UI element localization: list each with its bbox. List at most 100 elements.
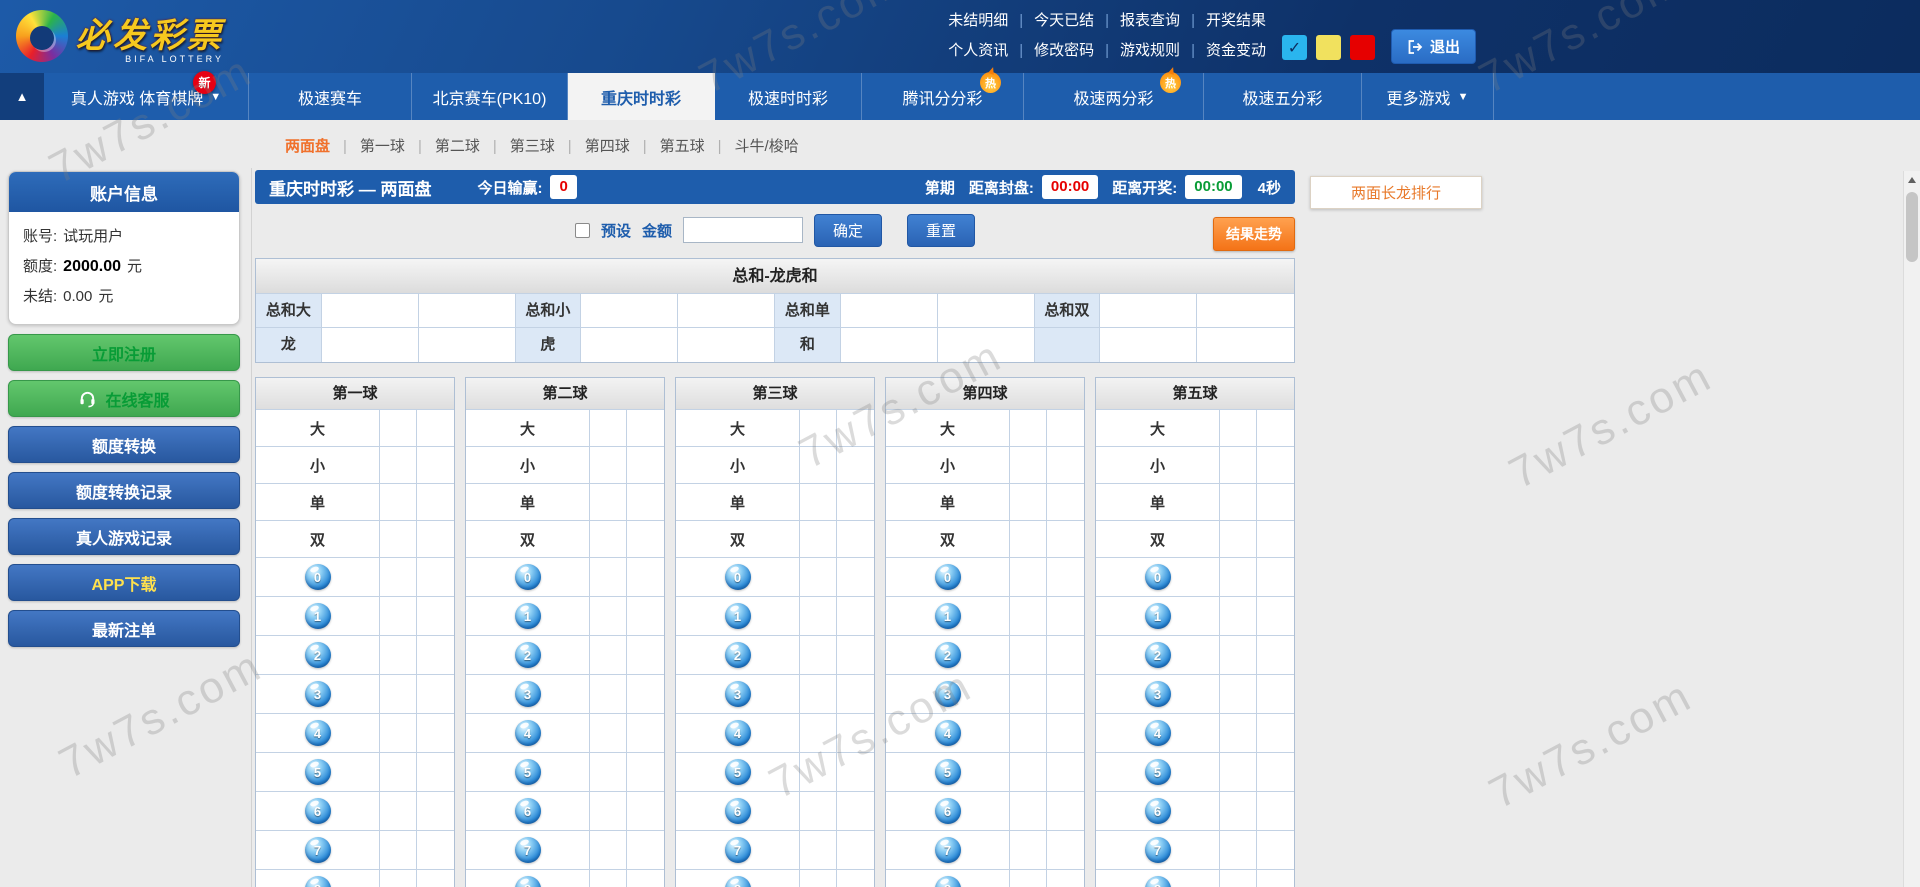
bet-cell[interactable] [837, 714, 874, 753]
bet-cell[interactable] [837, 753, 874, 792]
sidebar-button-5[interactable]: 真人游戏记录 [8, 518, 240, 555]
sum-bet-cell[interactable] [419, 328, 516, 362]
odds-cell[interactable] [380, 870, 417, 887]
odds-cell[interactable] [800, 675, 837, 714]
bet-cell[interactable] [417, 870, 454, 887]
odds-cell[interactable] [380, 714, 417, 753]
bet-cell[interactable] [417, 753, 454, 792]
sum-bet-cell[interactable] [678, 294, 775, 328]
odds-cell[interactable] [590, 521, 627, 558]
odds-cell[interactable] [590, 870, 627, 887]
odds-cell[interactable] [1010, 831, 1047, 870]
sum-bet-cell[interactable] [678, 328, 775, 362]
sum-bet-cell[interactable] [938, 328, 1035, 362]
reset-button[interactable]: 重置 [907, 214, 975, 247]
odds-cell[interactable] [1220, 521, 1257, 558]
bet-cell[interactable] [627, 484, 664, 521]
bet-cell[interactable] [1257, 484, 1294, 521]
odds-cell[interactable] [1220, 484, 1257, 521]
odds-cell[interactable] [1220, 558, 1257, 597]
bet-cell[interactable] [1257, 521, 1294, 558]
bet-cell[interactable] [1257, 410, 1294, 447]
bet-cell[interactable] [1257, 753, 1294, 792]
subnav-item-5[interactable]: 第四球 [585, 138, 630, 155]
nav-item-8[interactable]: 极速五分彩 [1204, 73, 1362, 120]
bet-cell[interactable] [417, 597, 454, 636]
bet-cell[interactable] [837, 636, 874, 675]
bet-cell[interactable] [417, 521, 454, 558]
sidebar-button-1[interactable]: 立即注册 [8, 334, 240, 371]
bet-cell[interactable] [417, 792, 454, 831]
nav-item-7[interactable]: 极速两分彩热 [1024, 73, 1204, 120]
odds-cell[interactable] [1010, 636, 1047, 675]
bet-cell[interactable] [1047, 870, 1084, 887]
odds-cell[interactable] [1010, 870, 1047, 887]
odds-cell[interactable] [1220, 410, 1257, 447]
amount-input[interactable] [683, 217, 803, 243]
bet-cell[interactable] [1047, 831, 1084, 870]
bet-cell[interactable] [627, 675, 664, 714]
subnav-item-7[interactable]: 斗牛/梭哈 [735, 138, 799, 155]
two-side-ranking-button[interactable]: 两面长龙排行 [1310, 176, 1482, 209]
odds-cell[interactable] [1010, 484, 1047, 521]
bet-cell[interactable] [1047, 675, 1084, 714]
odds-cell[interactable] [800, 447, 837, 484]
sum-odds-cell[interactable] [1100, 294, 1197, 328]
odds-cell[interactable] [800, 753, 837, 792]
bet-cell[interactable] [837, 484, 874, 521]
odds-cell[interactable] [380, 484, 417, 521]
confirm-button[interactable]: 确定 [814, 214, 882, 247]
logout-button[interactable]: 退出 [1391, 29, 1476, 64]
odds-cell[interactable] [1010, 792, 1047, 831]
odds-cell[interactable] [800, 410, 837, 447]
nav-item-6[interactable]: 腾讯分分彩热 [862, 73, 1024, 120]
odds-cell[interactable] [590, 792, 627, 831]
odds-cell[interactable] [1220, 675, 1257, 714]
odds-cell[interactable] [380, 521, 417, 558]
bet-cell[interactable] [1047, 714, 1084, 753]
bet-cell[interactable] [1257, 792, 1294, 831]
odds-cell[interactable] [800, 831, 837, 870]
odds-cell[interactable] [1010, 410, 1047, 447]
odds-cell[interactable] [1220, 792, 1257, 831]
bet-cell[interactable] [837, 597, 874, 636]
odds-cell[interactable] [590, 675, 627, 714]
bet-cell[interactable] [837, 521, 874, 558]
bet-cell[interactable] [837, 447, 874, 484]
bet-cell[interactable] [1047, 521, 1084, 558]
bet-cell[interactable] [1047, 410, 1084, 447]
bet-cell[interactable] [1047, 636, 1084, 675]
sidebar-button-6[interactable]: APP下载 [8, 564, 240, 601]
bet-cell[interactable] [1257, 597, 1294, 636]
top-link-4[interactable]: 开奖结果 [1206, 12, 1266, 29]
top-link-2[interactable]: 今天已结 [1034, 12, 1094, 29]
subnav-item-4[interactable]: 第三球 [510, 138, 555, 155]
bet-cell[interactable] [1047, 558, 1084, 597]
odds-cell[interactable] [590, 410, 627, 447]
odds-cell[interactable] [590, 714, 627, 753]
bet-cell[interactable] [1257, 675, 1294, 714]
odds-cell[interactable] [590, 831, 627, 870]
subnav-item-2[interactable]: 第一球 [360, 138, 405, 155]
bet-cell[interactable] [1047, 484, 1084, 521]
top-link-1[interactable]: 未结明细 [948, 12, 1008, 29]
bet-cell[interactable] [627, 831, 664, 870]
sum-bet-cell[interactable] [1197, 328, 1294, 362]
odds-cell[interactable] [800, 636, 837, 675]
theme-swatch-blue[interactable]: ✓ [1282, 35, 1307, 60]
bet-cell[interactable] [417, 831, 454, 870]
nav-item-4[interactable]: 重庆时时彩 [568, 73, 715, 120]
scrollbar-up-arrow[interactable] [1904, 171, 1920, 188]
odds-cell[interactable] [800, 792, 837, 831]
bet-cell[interactable] [417, 484, 454, 521]
odds-cell[interactable] [1010, 753, 1047, 792]
odds-cell[interactable] [380, 675, 417, 714]
odds-cell[interactable] [800, 714, 837, 753]
result-trend-button[interactable]: 结果走势 [1213, 217, 1295, 251]
subnav-item-1[interactable]: 两面盘 [285, 138, 330, 155]
bet-cell[interactable] [627, 597, 664, 636]
odds-cell[interactable] [380, 410, 417, 447]
odds-cell[interactable] [590, 636, 627, 675]
odds-cell[interactable] [800, 521, 837, 558]
bet-cell[interactable] [1047, 447, 1084, 484]
